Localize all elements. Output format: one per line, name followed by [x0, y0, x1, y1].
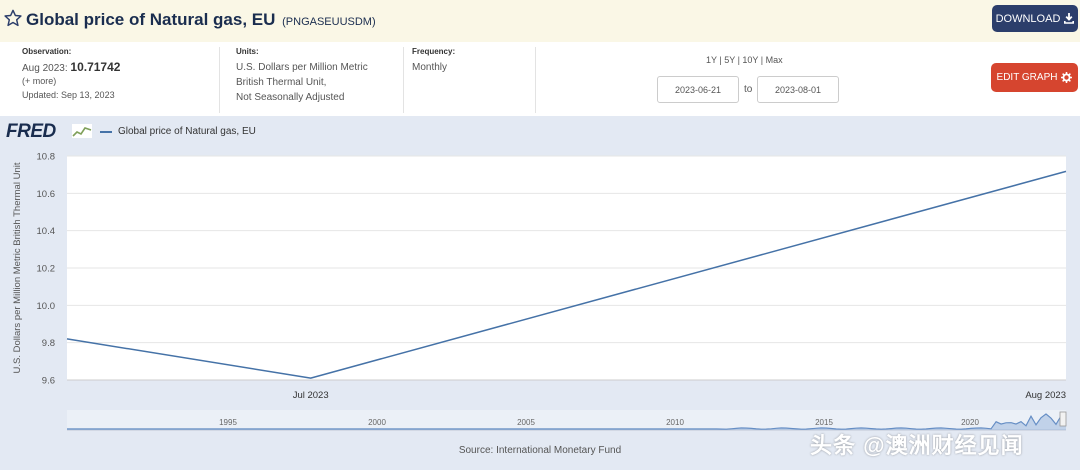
y-tick-label: 9.8 [42, 338, 55, 349]
to-label: to [744, 84, 753, 95]
range-5y-link[interactable]: 5Y [724, 55, 735, 65]
navigator-handle[interactable] [1059, 411, 1067, 427]
navigator-tick-label: 1995 [219, 418, 237, 427]
line-chart[interactable]: 9.6 9.8 10.0 10.2 10.4 10.6 10.8 Jul 2023 Aug 20… [0, 116, 1080, 470]
observation-value: 10.71742 [70, 60, 121, 74]
units-line: British Thermal Unit, [236, 77, 327, 88]
download-icon [1064, 13, 1075, 24]
frequency-label: Frequency: [412, 47, 456, 56]
units-value: U.S. Dollars per Million Metric British … [236, 60, 403, 105]
series-id: (PNGASEUUSDM) [282, 16, 376, 28]
chart-legend: Global price of Natural gas, EU [100, 126, 256, 137]
gear-icon [1061, 72, 1073, 83]
updated-date: Updated: Sep 13, 2023 [22, 90, 115, 100]
y-tick-label: 10.0 [37, 301, 56, 312]
download-button[interactable]: DOWNLOAD [992, 5, 1078, 32]
title-bar: Global price of Natural gas, EU (PNGASEU… [0, 0, 1080, 42]
frequency-panel: Frequency: Monthly [412, 47, 536, 113]
range-1y-link[interactable]: 1Y [706, 55, 717, 65]
download-label: DOWNLOAD [995, 12, 1061, 25]
x-tick-label: Aug 2023 [1025, 390, 1066, 401]
y-tick-label: 10.4 [37, 226, 56, 237]
y-tick-label: 10.2 [37, 264, 56, 275]
star-icon[interactable] [4, 9, 22, 27]
graph-area: 9.6 9.8 10.0 10.2 10.4 10.6 10.8 Jul 2023 Aug 20… [0, 116, 1080, 470]
navigator-tick-label: 2010 [666, 418, 684, 427]
edit-graph-button[interactable]: EDIT GRAPH [991, 63, 1078, 92]
navigator-background [67, 410, 1066, 430]
series-title: Global price of Natural gas, EU [26, 10, 276, 29]
frequency-value: Monthly [412, 62, 448, 73]
meta-bar: Observation: Aug 2023: 10.71742 (+ more)… [0, 42, 1080, 116]
units-line: U.S. Dollars per Million Metric [236, 62, 368, 73]
more-observations-link[interactable]: (+ more) [22, 76, 219, 86]
y-axis-label: U.S. Dollars per Million Metric British … [12, 162, 23, 373]
fred-logo[interactable]: FRED [6, 121, 56, 143]
navigator-tick-label: 2020 [961, 418, 979, 427]
range-links: 1Y | 5Y | 10Y | Max [706, 55, 783, 65]
legend-entry: Global price of Natural gas, EU [118, 126, 256, 137]
y-tick-label: 10.8 [37, 152, 56, 163]
legend-swatch [100, 130, 112, 133]
range-max-link[interactable]: Max [766, 55, 783, 65]
range-10y-link[interactable]: 10Y [742, 55, 758, 65]
start-date-input[interactable] [657, 76, 739, 103]
navigator-tick-label: 2015 [815, 418, 833, 427]
units-panel: Units: U.S. Dollars per Million Metric B… [236, 47, 404, 113]
navigator-tick-label: 2005 [517, 418, 535, 427]
x-tick-label: Jul 2023 [293, 390, 329, 401]
end-date-input[interactable] [757, 76, 839, 103]
observation-label: Observation: [22, 47, 72, 56]
page-title: Global price of Natural gas, EU (PNGASEU… [26, 10, 376, 30]
observation-date: Aug 2023: [22, 63, 68, 74]
units-label: Units: [236, 47, 259, 56]
fred-logo-graph-icon [72, 124, 92, 138]
edit-graph-label: EDIT GRAPH [996, 72, 1058, 83]
observation-panel: Observation: Aug 2023: 10.71742 (+ more)… [22, 47, 220, 113]
y-tick-label: 9.6 [42, 376, 55, 387]
y-tick-label: 10.6 [37, 189, 56, 200]
observation-line: Aug 2023: 10.71742 [22, 60, 219, 74]
navigator-tick-label: 2000 [368, 418, 386, 427]
watermark-text: 头条 @澳洲财经见闻 [810, 433, 1024, 458]
units-line: Not Seasonally Adjusted [236, 92, 345, 103]
